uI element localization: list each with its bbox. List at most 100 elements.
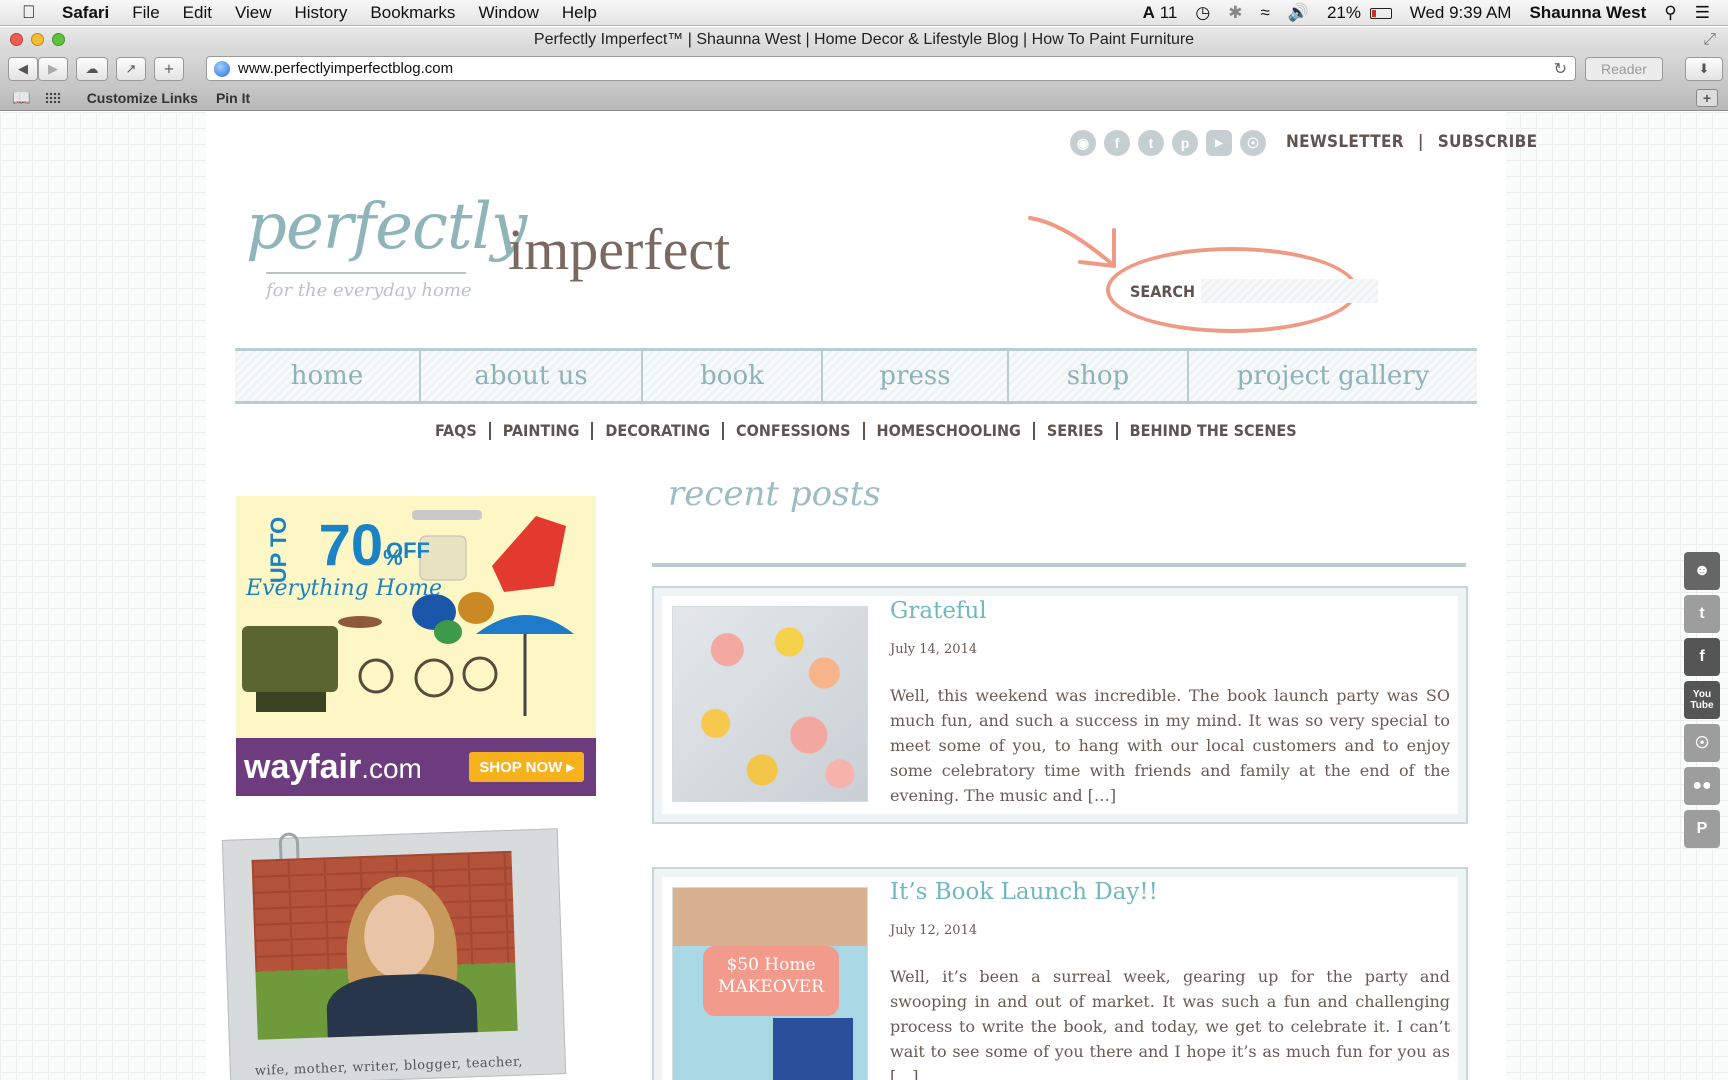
bluetooth-icon[interactable]: ✱ xyxy=(1228,3,1242,23)
search-input[interactable] xyxy=(1201,279,1379,303)
search-form: SEARCH xyxy=(1130,278,1379,304)
book-cover-shelf xyxy=(773,1018,853,1080)
share-button[interactable]: ↗ xyxy=(116,57,146,81)
subnav-homeschooling[interactable]: HOMESCHOOLING xyxy=(865,422,1035,440)
reading-list-icon[interactable]: 📖 xyxy=(12,89,31,107)
forward-button[interactable]: ▶ xyxy=(38,57,68,81)
reload-icon[interactable]: ↻ xyxy=(1554,59,1567,79)
subnav-decorating[interactable]: DECORATING xyxy=(593,422,725,440)
bookmarks-bar: 📖 Customize Links Pin It + xyxy=(0,85,1728,111)
ad-off: OFF xyxy=(386,538,430,563)
menu-file[interactable]: File xyxy=(132,3,159,23)
menu-app-safari[interactable]: Safari xyxy=(62,3,109,23)
close-window-button[interactable] xyxy=(10,33,23,46)
download-icon: ⬇ xyxy=(1698,61,1710,77)
nav-press[interactable]: press xyxy=(823,351,1009,401)
browser-toolbar: ◀ ▶ ☁ ↗ + www.perfectlyimperfectblog.com… xyxy=(0,53,1728,85)
menu-help[interactable]: Help xyxy=(562,3,597,23)
book-cover-title: $50 Home MAKEOVER xyxy=(703,946,839,1016)
newsletter-link[interactable]: NEWSLETTER xyxy=(1286,132,1404,152)
subscribe-link[interactable]: SUBSCRIBE xyxy=(1438,132,1538,152)
nav-book[interactable]: book xyxy=(643,351,823,401)
rss-icon[interactable]: ☉ xyxy=(1240,130,1266,156)
address-bar[interactable]: www.perfectlyimperfectblog.com ↻ xyxy=(206,56,1576,81)
logo-underline xyxy=(266,272,466,274)
battery-status[interactable]: 21% xyxy=(1327,3,1392,23)
facebook-icon[interactable]: f xyxy=(1104,130,1130,156)
back-button[interactable]: ◀ xyxy=(8,57,38,81)
rss-icon[interactable]: ☉ xyxy=(1684,724,1720,762)
notification-center-icon[interactable]: ☰ xyxy=(1695,3,1710,23)
contact-icon[interactable]: ☻ xyxy=(1684,552,1720,590)
facebook-icon[interactable]: f xyxy=(1684,638,1720,676)
logo-script: perfectly xyxy=(246,190,527,264)
page-content: ◉ f t p ▶ ☉ NEWSLETTER | SUBSCRIBE perfe… xyxy=(206,112,1537,1080)
nav-shop[interactable]: shop xyxy=(1009,351,1189,401)
bookmark-pin-it[interactable]: Pin It xyxy=(216,90,250,106)
profile-caption: wife, mother, writer, blogger, teacher, xyxy=(254,1054,524,1079)
pinterest-icon[interactable]: p xyxy=(1172,130,1198,156)
clock[interactable]: Wed 9:39 AM xyxy=(1410,3,1512,23)
nav-about-us[interactable]: about us xyxy=(421,351,643,401)
url-text: www.perfectlyimperfectblog.com xyxy=(238,60,454,77)
menu-edit[interactable]: Edit xyxy=(183,3,212,23)
profile-card[interactable]: wife, mother, writer, blogger, teacher, xyxy=(221,828,567,1080)
search-label: SEARCH xyxy=(1130,281,1196,301)
time-machine-icon[interactable]: ◷ xyxy=(1195,3,1210,23)
post-title-link[interactable]: Grateful xyxy=(890,598,987,624)
divider: | xyxy=(1417,132,1424,152)
post-thumbnail[interactable] xyxy=(672,606,868,802)
menu-bookmarks[interactable]: Bookmarks xyxy=(370,3,455,23)
menu-window[interactable]: Window xyxy=(478,3,538,23)
ad-upto: UP TO xyxy=(266,516,292,583)
spotlight-icon[interactable]: ⚲ xyxy=(1664,3,1676,23)
wifi-icon[interactable]: ≈ xyxy=(1260,3,1269,23)
ad-percent-value: 70 xyxy=(318,513,384,578)
logo-tagline: for the everyday home xyxy=(266,280,472,301)
nav-project-gallery[interactable]: project gallery xyxy=(1189,351,1477,401)
reader-button[interactable]: Reader xyxy=(1585,57,1663,81)
fullscreen-icon[interactable]: ⤢ xyxy=(1703,27,1716,53)
shop-now-button[interactable]: SHOP NOW ▸ xyxy=(469,752,584,782)
minimize-window-button[interactable] xyxy=(31,33,44,46)
window-controls xyxy=(10,33,73,46)
youtube-icon[interactable]: ▶ xyxy=(1206,130,1232,156)
post-thumbnail[interactable]: $50 Home MAKEOVER xyxy=(672,887,868,1080)
subnav-behind-the-scenes[interactable]: BEHIND THE SCENES xyxy=(1118,422,1309,440)
site-globe-icon xyxy=(214,60,230,77)
window-title: Perfectly Imperfect™ | Shaunna West | Ho… xyxy=(533,31,1195,48)
downloads-button[interactable]: ⬇ xyxy=(1685,57,1723,81)
nav-home[interactable]: home xyxy=(235,351,421,401)
volume-icon[interactable]: 🔊 xyxy=(1288,3,1309,23)
menu-history[interactable]: History xyxy=(295,3,348,23)
photo-body xyxy=(325,972,479,1040)
top-links: NEWSLETTER | SUBSCRIBE xyxy=(1286,132,1537,152)
subnav-series[interactable]: SERIES xyxy=(1035,422,1118,440)
apple-menu-icon[interactable]:  xyxy=(22,2,44,23)
icloud-tabs-button[interactable]: ☁ xyxy=(76,57,108,81)
add-tab-button[interactable]: + xyxy=(1696,89,1718,107)
top-sites-icon[interactable] xyxy=(44,91,61,104)
instagram-icon[interactable]: ◉ xyxy=(1070,130,1096,156)
subnav-confessions[interactable]: CONFESSIONS xyxy=(724,422,865,440)
bookmark-customize-links[interactable]: Customize Links xyxy=(87,90,198,106)
post-date: July 12, 2014 xyxy=(890,923,978,938)
new-tab-button[interactable]: + xyxy=(154,57,184,81)
wayfair-ad[interactable]: UP TO 70% OFF Everything Home wayfair.co… xyxy=(236,496,596,796)
site-logo[interactable]: perfectly imperfect for the everyday hom… xyxy=(246,172,746,312)
user-menu[interactable]: Shaunna West xyxy=(1529,3,1646,23)
subnav-faqs[interactable]: FAQS xyxy=(435,422,491,440)
status-area: A 11 ◷ ✱ ≈ 🔊 21% Wed 9:39 AM Shaunna Wes… xyxy=(1143,0,1728,26)
pinterest-icon[interactable]: P xyxy=(1684,810,1720,848)
twitter-icon[interactable]: t xyxy=(1684,595,1720,633)
menu-view[interactable]: View xyxy=(235,3,272,23)
twitter-icon[interactable]: t xyxy=(1138,130,1164,156)
youtube-icon[interactable]: You Tube xyxy=(1684,681,1720,719)
adobe-status[interactable]: A 11 xyxy=(1143,3,1178,23)
post-title-link[interactable]: It’s Book Launch Day!! xyxy=(890,879,1158,905)
subnav-painting[interactable]: PAINTING xyxy=(491,422,594,440)
zoom-window-button[interactable] xyxy=(52,33,65,46)
wayfair-brand: wayfair xyxy=(244,747,362,786)
flickr-icon[interactable]: ●● xyxy=(1684,767,1720,805)
main-nav: home about us book press shop project ga… xyxy=(235,348,1477,404)
